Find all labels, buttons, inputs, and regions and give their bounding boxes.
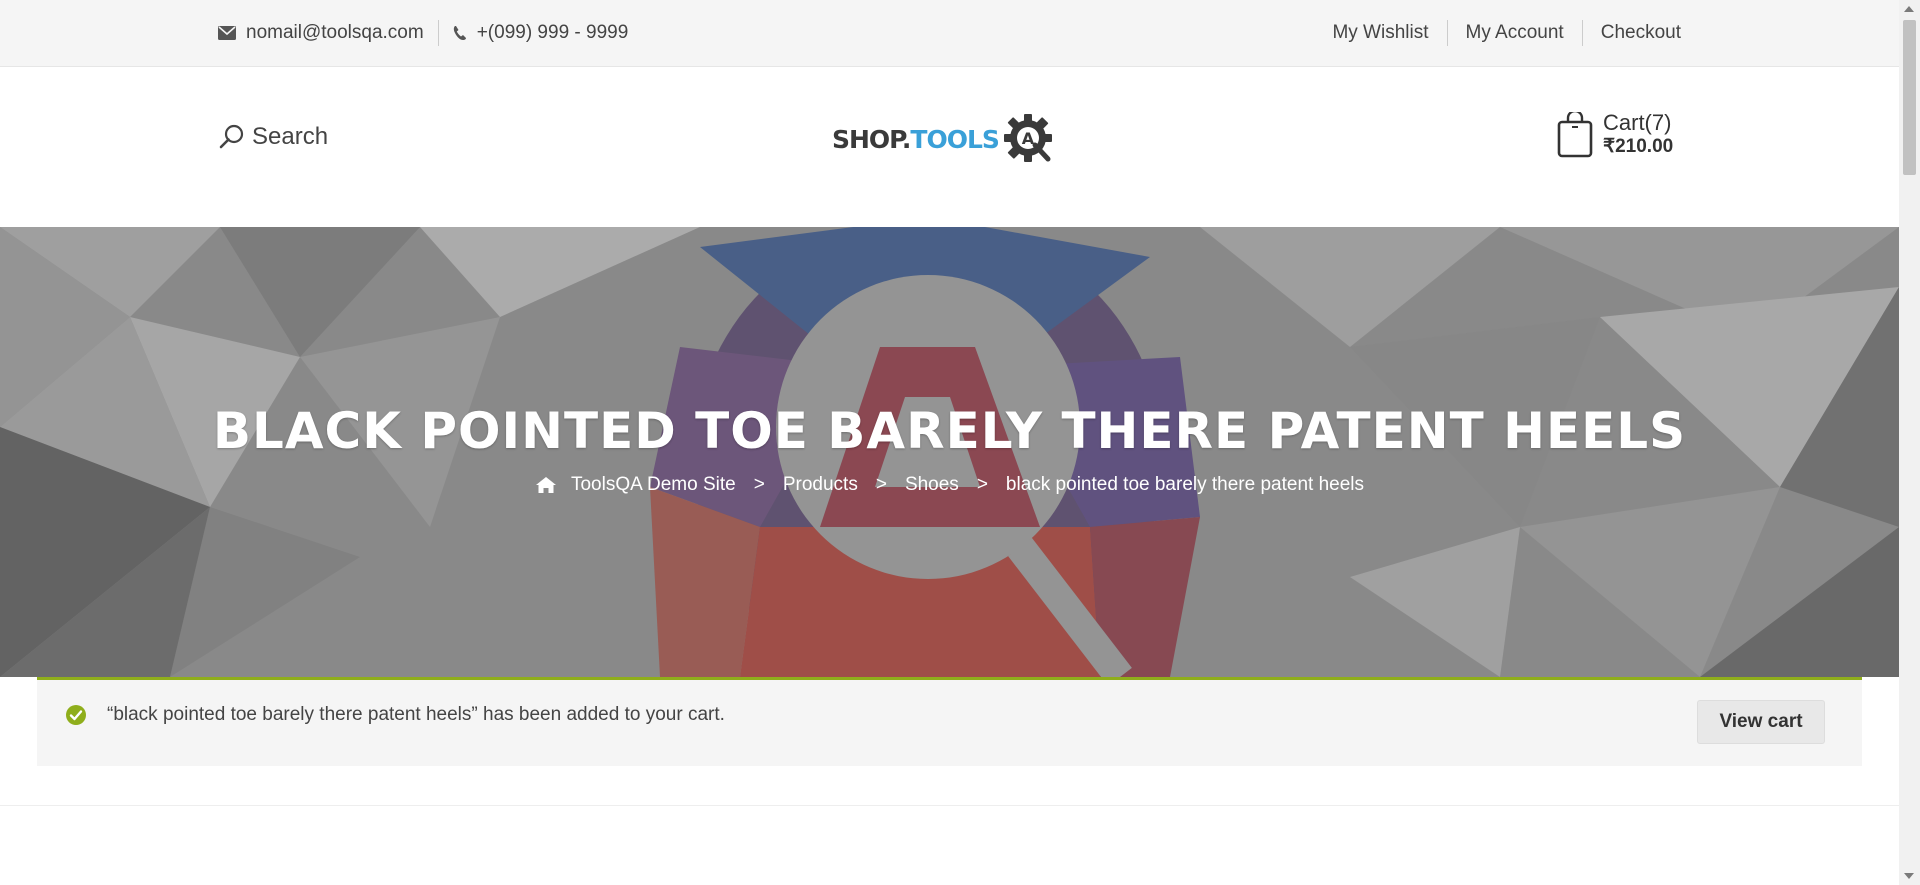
email-text[interactable]: nomail@toolsqa.com: [246, 22, 424, 44]
page: nomail@toolsqa.com +(099) 999 - 9999 My …: [0, 0, 1899, 885]
view-cart-button[interactable]: View cart: [1697, 700, 1825, 744]
scrollbar-thumb[interactable]: [1903, 20, 1916, 175]
scroll-down-arrow-icon[interactable]: [1904, 873, 1914, 879]
cart-button[interactable]: Cart(7) ₹210.00: [1557, 111, 1673, 159]
cart-count[interactable]: Cart(7): [1603, 111, 1673, 135]
phone-icon: [453, 26, 466, 40]
divider: [437, 20, 439, 46]
envelope-icon: [218, 26, 236, 40]
notice-message: “black pointed toe barely there patent h…: [107, 704, 725, 725]
cart-notice: “black pointed toe barely there patent h…: [37, 677, 1862, 766]
content-area: [0, 805, 1899, 885]
notice-area: “black pointed toe barely there patent h…: [0, 677, 1899, 805]
shopping-bag-icon: [1557, 112, 1593, 158]
search-button[interactable]: Search: [218, 123, 328, 151]
page-banner: BLACK POINTED TOE BARELY THERE PATENT HE…: [0, 227, 1899, 677]
logo-shop-text: SHOP.: [832, 124, 911, 154]
breadcrumb-home[interactable]: ToolsQA Demo Site: [571, 474, 736, 496]
contact-info: nomail@toolsqa.com +(099) 999 - 9999: [218, 0, 628, 66]
search-label[interactable]: Search: [252, 123, 328, 151]
phone-text[interactable]: +(099) 999 - 9999: [477, 22, 629, 44]
breadcrumb-products[interactable]: Products: [783, 474, 858, 496]
breadcrumb-current: black pointed toe barely there patent he…: [1005, 474, 1364, 495]
divider: [1446, 20, 1448, 46]
page-title: BLACK POINTED TOE BARELY THERE PATENT HE…: [212, 402, 1687, 460]
check-circle-icon: [66, 705, 86, 725]
account-links: My Wishlist My Account Checkout: [1332, 0, 1681, 66]
top-bar: nomail@toolsqa.com +(099) 999 - 9999 My …: [0, 0, 1899, 67]
email-item[interactable]: nomail@toolsqa.com: [218, 22, 424, 44]
wishlist-link[interactable]: My Wishlist: [1332, 22, 1428, 44]
site-header: Search SHOP. TOOLS A Cart(7) ₹210.00: [0, 67, 1899, 227]
cart-total[interactable]: ₹210.00: [1603, 135, 1673, 159]
checkout-link[interactable]: Checkout: [1601, 22, 1681, 44]
divider: [1581, 20, 1583, 46]
logo-badge-letter: A: [1022, 129, 1035, 148]
breadcrumb: ToolsQA Demo Site > Products > Shoes > b…: [0, 474, 1899, 496]
phone-item[interactable]: +(099) 999 - 9999: [453, 22, 629, 44]
breadcrumb-shoes[interactable]: Shoes: [905, 474, 959, 496]
logo-tools-text: TOOLS: [910, 124, 999, 154]
search-icon: [219, 124, 244, 149]
vertical-scrollbar[interactable]: [1899, 0, 1920, 885]
my-account-link[interactable]: My Account: [1466, 22, 1564, 44]
cart-summary[interactable]: Cart(7) ₹210.00: [1603, 111, 1673, 159]
breadcrumb-separator: >: [753, 474, 765, 495]
site-logo[interactable]: SHOP. TOOLS A: [832, 111, 1057, 167]
breadcrumb-separator: >: [976, 474, 988, 495]
home-icon[interactable]: [535, 476, 557, 494]
gear-logo-icon: A: [1003, 114, 1052, 162]
breadcrumb-separator: >: [875, 474, 887, 495]
scroll-up-arrow-icon[interactable]: [1904, 6, 1914, 12]
